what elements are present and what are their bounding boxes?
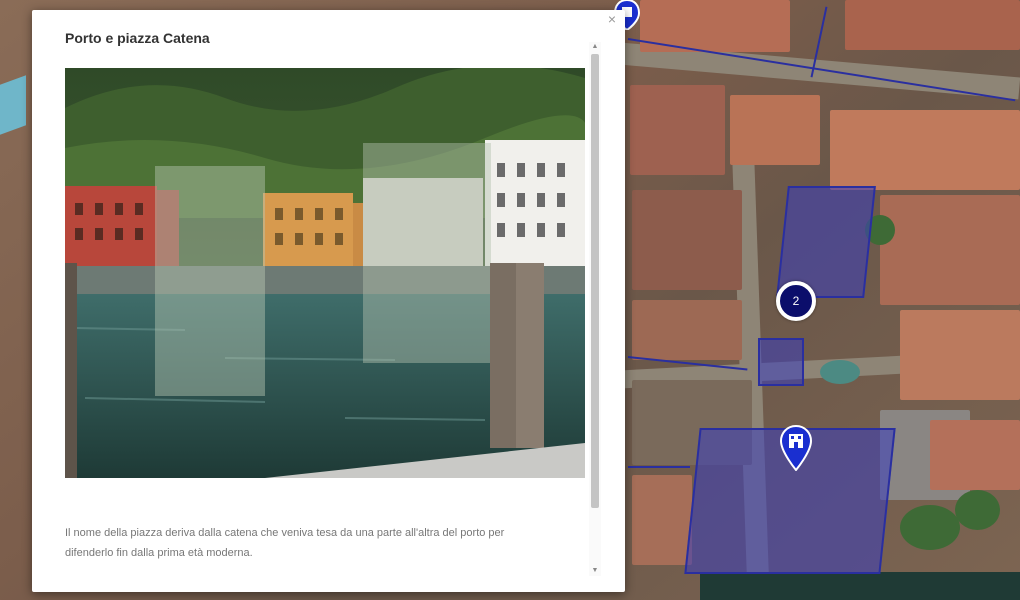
map-roof <box>880 195 1020 305</box>
map-roof <box>830 110 1020 190</box>
map-tree <box>900 505 960 550</box>
popup-scrollbar[interactable]: ▲ ▼ <box>589 42 601 576</box>
info-popup: Porto e piazza Catena × Il nome della pi… <box>32 10 625 592</box>
map-highlight-area[interactable] <box>758 338 804 386</box>
scroll-down-icon[interactable]: ▼ <box>589 566 601 576</box>
popup-description: Il nome della piazza deriva dalla catena… <box>65 527 505 559</box>
scroll-thumb[interactable] <box>591 54 599 508</box>
map-roof <box>730 95 820 165</box>
map-roof <box>632 300 742 360</box>
map-roof <box>630 85 725 175</box>
map-tree <box>955 490 1000 530</box>
map-roof <box>930 420 1020 490</box>
map-boundary-line <box>628 466 690 468</box>
popup-title: Porto e piazza Catena <box>65 30 210 46</box>
map-roof <box>632 475 692 565</box>
poi-marker-label: 2 <box>792 294 800 308</box>
map-lake-strip <box>700 572 1020 600</box>
close-button[interactable]: × <box>605 12 619 26</box>
map-roof <box>632 190 742 290</box>
map-roof <box>900 310 1020 400</box>
building-pin-icon[interactable] <box>780 425 812 471</box>
poi-marker[interactable]: 2 <box>776 281 816 321</box>
map-tree <box>820 360 860 384</box>
popup-content[interactable]: Il nome della piazza deriva dalla catena… <box>64 68 588 578</box>
scroll-up-icon[interactable]: ▲ <box>589 42 601 52</box>
map-roof <box>845 0 1020 50</box>
map-pool <box>0 75 26 135</box>
harbor-photo <box>65 68 585 478</box>
